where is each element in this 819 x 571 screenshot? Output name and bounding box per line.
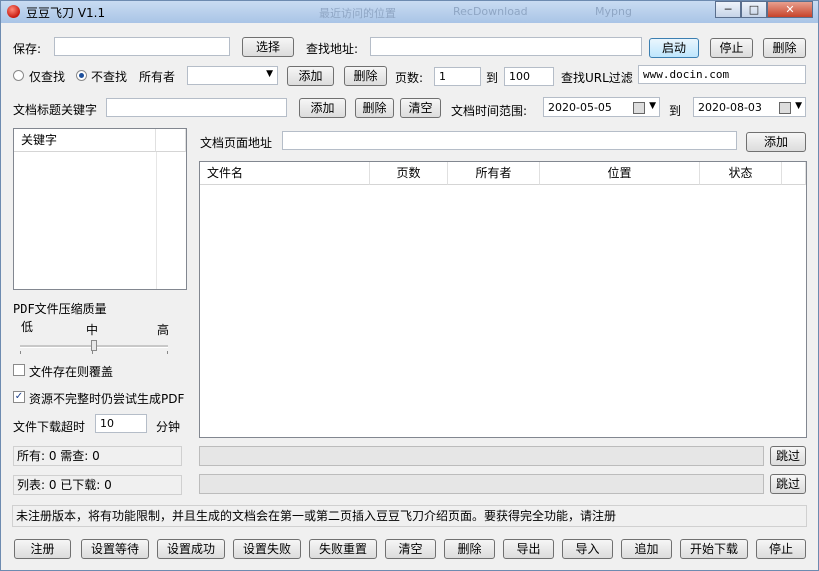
quality-high-label: 高 [157,323,170,337]
delete-address-button[interactable]: 删除 [763,38,806,58]
column-header-owner[interactable]: 所有者 [448,162,540,185]
only-find-radio[interactable] [13,70,24,81]
app-logo-icon [7,5,20,18]
date-from-value: 2020-05-05 [548,101,612,114]
quality-mid-label: 中 [86,323,99,337]
progress-bar-all [199,446,764,466]
url-filter-input[interactable]: www.docin.com [638,65,806,84]
slider-tick [20,351,21,354]
add-keyword-button[interactable]: 添加 [299,98,346,118]
url-filter-label: 查找URL过滤 [561,71,633,85]
add-owner-button[interactable]: 添加 [287,66,334,86]
unregistered-notice: 未注册版本，将有功能限制，并且生成的文档会在第一或第二页插入豆豆飞刀介绍页面。要… [12,505,807,527]
doc-page-input[interactable] [282,131,737,150]
date-from-picker[interactable]: 2020-05-05 ▼ [543,97,660,117]
import-button[interactable]: 导入 [562,539,613,559]
status-all: 所有: 0 需查: 0 [13,446,182,466]
column-header-pages[interactable]: 页数 [370,162,448,185]
keyword-label: 文档标题关键字 [13,103,98,117]
export-button[interactable]: 导出 [503,539,554,559]
append-button[interactable]: 追加 [621,539,672,559]
date-to-value: 2020-08-03 [698,101,762,114]
slider-tick [92,351,93,354]
pages-from-input[interactable]: 1 [434,67,481,86]
stop-button[interactable]: 停止 [710,38,753,58]
column-header-filename[interactable]: 文件名 [200,162,370,185]
progress-bar-list [199,474,764,494]
delete-owner-button[interactable]: 删除 [344,66,387,86]
skip-button-all[interactable]: 跳过 [770,446,806,466]
maximize-button[interactable]: □ [741,1,767,18]
delete-button[interactable]: 删除 [444,539,495,559]
skip-button-list[interactable]: 跳过 [770,474,806,494]
chevron-down-icon: ▼ [649,101,656,111]
quality-slider-thumb[interactable] [90,340,97,351]
start-download-button[interactable]: 开始下载 [680,539,748,559]
start-button[interactable]: 启动 [649,38,699,58]
timeout-unit-label: 分钟 [156,420,181,434]
find-address-label: 查找地址: [306,42,359,56]
chevron-down-icon: ▼ [795,101,802,111]
calendar-icon [633,102,645,114]
clear-keyword-button[interactable]: 清空 [400,98,441,118]
keyword-column-filler [156,129,186,152]
no-find-label: 不查找 [91,70,128,84]
set-waiting-button[interactable]: 设置等待 [81,539,149,559]
date-to-picker[interactable]: 2020-08-03 ▼ [693,97,806,117]
incomplete-pdf-label: 资源不完整时仍尝试生成PDF [29,392,185,406]
timeout-input[interactable]: 10 [95,414,147,433]
date-to-label: 到 [669,104,682,118]
window-title: 豆豆飞刀 V1.1 [26,6,106,20]
chevron-down-icon: ▼ [266,69,273,79]
only-find-label: 仅查找 [29,70,66,84]
delete-keyword-button[interactable]: 删除 [355,98,394,118]
app-window: 豆豆飞刀 V1.1 最近访问的位置 RecDownload Mypng ─ □ … [0,0,819,571]
pages-label: 页数: [395,71,424,85]
clear-button[interactable]: 清空 [385,539,436,559]
set-fail-button[interactable]: 设置失败 [233,539,301,559]
find-address-input[interactable] [370,37,642,56]
pages-to-input[interactable]: 100 [504,67,554,86]
save-path-input[interactable] [54,37,230,56]
owner-label: 所有者 [139,70,176,84]
timeout-label: 文件下载超时 [13,420,86,434]
pdf-quality-title: PDF文件压缩质量 [13,302,107,316]
checkmark-icon: ✓ [14,391,24,402]
status-list: 列表: 0 已下载: 0 [13,475,182,495]
close-button[interactable]: ✕ [767,1,813,18]
column-header-filler [782,162,806,185]
quality-low-label: 低 [21,320,34,334]
keyword-column-header[interactable]: 关键字 [14,129,156,152]
no-find-radio[interactable] [76,70,87,81]
set-success-button[interactable]: 设置成功 [157,539,225,559]
file-table[interactable]: 文件名 页数 所有者 位置 状态 [199,161,807,438]
choose-button[interactable]: 选择 [242,37,294,57]
column-divider [156,152,157,289]
keyword-input[interactable] [106,98,287,117]
save-label: 保存: [13,42,42,56]
title-bar[interactable]: 豆豆飞刀 V1.1 最近访问的位置 RecDownload Mypng ─ □ … [1,1,818,23]
keyword-list[interactable]: 关键字 [13,128,187,290]
pages-to-label: 到 [486,71,499,85]
incomplete-pdf-checkbox[interactable]: ✓ [13,391,25,403]
background-tab: 最近访问的位置 [319,7,396,20]
background-tab: Mypng [595,5,632,18]
minimize-button[interactable]: ─ [715,1,741,18]
doc-page-label: 文档页面地址 [200,136,273,150]
background-tab: RecDownload [453,5,528,18]
owner-select[interactable]: ▼ [187,66,278,85]
column-header-location[interactable]: 位置 [540,162,700,185]
overwrite-label: 文件存在则覆盖 [29,365,114,379]
time-range-label: 文档时间范围: [451,104,528,118]
stop-download-button[interactable]: 停止 [756,539,806,559]
calendar-icon [779,102,791,114]
register-button[interactable]: 注册 [14,539,71,559]
column-header-status[interactable]: 状态 [700,162,782,185]
slider-tick [167,351,168,354]
overwrite-checkbox[interactable] [13,364,25,376]
add-doc-page-button[interactable]: 添加 [746,132,806,152]
fail-reset-button[interactable]: 失败重置 [309,539,377,559]
